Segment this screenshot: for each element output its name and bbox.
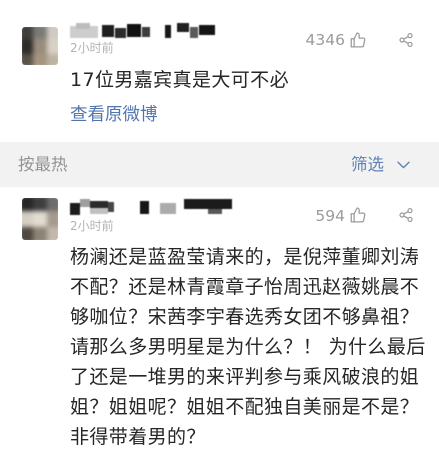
reply-text-line: 非得带着男的？ <box>70 426 206 448</box>
reply-text-line: 了还是一堆男的来评判参与乘风破浪的姐 <box>70 366 420 388</box>
share-icon[interactable] <box>398 207 414 223</box>
comment-time: 2小时前 <box>70 219 114 233</box>
filter-button[interactable]: 筛选 <box>351 154 413 175</box>
comment-text: 17位男嘉宾真是大可不必 <box>70 69 289 91</box>
sort-bar: 按最热 筛选 <box>0 142 439 187</box>
thumbs-up-icon[interactable] <box>349 206 367 224</box>
reply-comment: 2小时前 594 杨澜还是蓝盈莹请来的，是倪萍董卿刘涛 不配？还是林青霞章子怡周… <box>0 187 439 472</box>
reply-text-line: 杨澜还是蓝盈莹请来的，是倪萍董卿刘涛 <box>70 246 420 268</box>
commenter-avatar[interactable] <box>22 198 58 240</box>
comment-time: 2小时前 <box>70 41 114 55</box>
reply-text-line: 够咖位？宋茜李宇春选秀女团不够鼻祖？ <box>70 306 420 328</box>
share-icon[interactable] <box>398 32 414 48</box>
like-count[interactable]: 4346 <box>285 31 345 49</box>
view-original-post-link[interactable]: 查看原微博 <box>70 104 158 126</box>
like-count[interactable]: 594 <box>285 207 345 225</box>
comment-detail-screen: 2小时前 4346 17位男嘉宾真是大可不必 查看原微博 按最热 筛选 2小时前… <box>0 0 439 472</box>
top-comment: 2小时前 4346 17位男嘉宾真是大可不必 查看原微博 <box>0 0 439 142</box>
redacted-username[interactable] <box>68 197 234 216</box>
filter-label: 筛选 <box>351 155 384 174</box>
commenter-avatar[interactable] <box>22 27 58 65</box>
redacted-username[interactable] <box>68 22 218 40</box>
reply-text-line: 请那么多男明星是为什么？！ 为什么最后 <box>70 336 426 358</box>
thumbs-up-icon[interactable] <box>349 31 367 49</box>
reply-text-line: 不配？还是林青霞章子怡周迅赵薇姚晨不 <box>70 276 420 298</box>
reply-text: 杨澜还是蓝盈莹请来的，是倪萍董卿刘涛 不配？还是林青霞章子怡周迅赵薇姚晨不 够咖… <box>70 242 430 452</box>
reply-text-line: 姐？姐姐呢？姐姐不配独自美丽是不是？ <box>70 396 420 418</box>
sort-by-hot-button[interactable]: 按最热 <box>18 154 68 175</box>
chevron-down-icon <box>397 161 410 169</box>
